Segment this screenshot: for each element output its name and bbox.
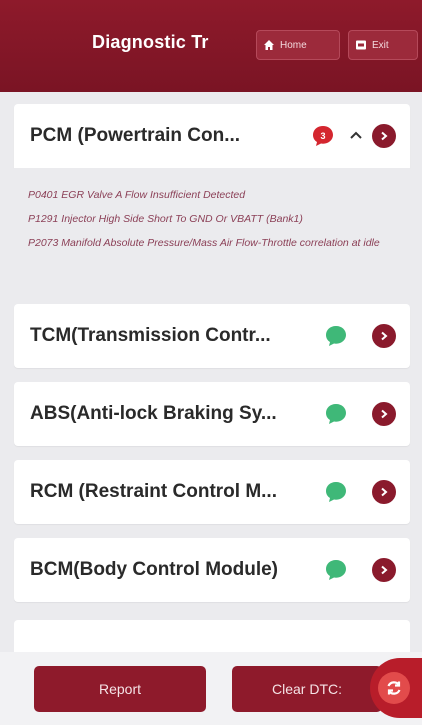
module-row-rcm[interactable]: RCM (Restraint Control M... xyxy=(14,460,410,524)
module-open-button[interactable] xyxy=(372,324,396,348)
fab-circle xyxy=(378,672,410,704)
clear-dtc-button[interactable]: Clear DTC: xyxy=(232,666,382,712)
home-icon xyxy=(264,40,274,50)
refresh-icon xyxy=(387,681,401,695)
home-button[interactable]: Home xyxy=(256,30,340,60)
exit-icon xyxy=(356,40,366,50)
page-title: Diagnostic Tr xyxy=(92,32,209,52)
module-row-tcm[interactable]: TCM(Transmission Contr... xyxy=(14,304,410,368)
dtc-list: P0401 EGR Valve A Flow Insufficient Dete… xyxy=(14,168,410,284)
bottom-bar: Report Clear DTC: xyxy=(0,652,422,725)
report-button[interactable]: Report xyxy=(34,666,206,712)
dtc-item[interactable]: P1291 Injector High Side Short To GND Or… xyxy=(28,212,396,226)
svg-text:3: 3 xyxy=(320,131,325,141)
chevron-right-icon xyxy=(381,565,388,575)
module-open-button[interactable] xyxy=(372,124,396,148)
module-name: ABS(Anti-lock Braking Sy... xyxy=(30,403,277,424)
ok-message-icon xyxy=(326,560,346,580)
module-list: PCM (Powertrain Con... 3 P0401 EGR Valve… xyxy=(0,92,422,652)
ok-message-icon xyxy=(326,326,346,346)
chevron-up-icon[interactable] xyxy=(346,125,366,145)
module-row-pcm[interactable]: PCM (Powertrain Con... 3 xyxy=(14,104,410,168)
chevron-right-icon xyxy=(381,409,388,419)
module-open-button[interactable] xyxy=(372,402,396,426)
header-bar: Diagnostic Tr Home Exit xyxy=(0,0,422,92)
module-name: PCM (Powertrain Con... xyxy=(30,125,241,146)
module-open-button[interactable] xyxy=(372,480,396,504)
ok-message-icon xyxy=(326,482,346,502)
module-open-button[interactable] xyxy=(372,558,396,582)
exit-button-label: Exit xyxy=(372,39,389,51)
dtc-item[interactable]: P2073 Manifold Absolute Pressure/Mass Ai… xyxy=(28,236,396,250)
dtc-item[interactable]: P0401 EGR Valve A Flow Insufficient Dete… xyxy=(28,188,396,202)
module-name: BCM(Body Control Module) xyxy=(30,559,279,580)
module-name: RCM (Restraint Control M... xyxy=(30,481,277,502)
chevron-right-icon xyxy=(381,487,388,497)
chevron-right-icon xyxy=(381,331,388,341)
home-button-label: Home xyxy=(280,39,307,51)
module-row-partial[interactable] xyxy=(14,620,410,652)
floating-action-button[interactable] xyxy=(370,658,422,718)
ok-message-icon xyxy=(326,404,346,424)
module-row-bcm[interactable]: BCM(Body Control Module) xyxy=(14,538,410,602)
module-name: TCM(Transmission Contr... xyxy=(30,325,271,346)
chevron-right-icon xyxy=(381,131,388,141)
module-row-abs[interactable]: ABS(Anti-lock Braking Sy... xyxy=(14,382,410,446)
exit-button[interactable]: Exit xyxy=(348,30,418,60)
error-message-icon: 3 xyxy=(313,126,333,146)
